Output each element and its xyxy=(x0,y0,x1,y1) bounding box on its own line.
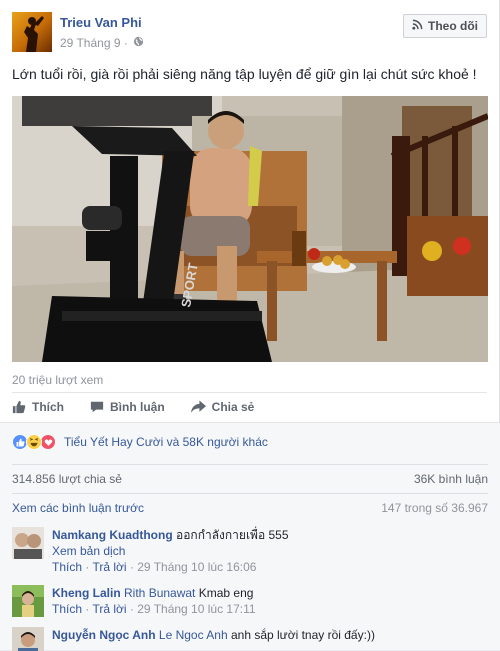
like-label: Thích xyxy=(32,399,64,414)
tagged-user[interactable]: Rith Bunawat xyxy=(124,586,195,600)
globe-icon xyxy=(133,36,144,50)
feedback-section: Tiểu Yết Hay Cười và 58K người khác 314.… xyxy=(0,422,500,651)
comments-position-count: 147 trong số 36.967 xyxy=(381,501,488,515)
comment-item: Nguyễn Ngọc Anh Le Ngoc Anh anh sắp lười… xyxy=(12,627,488,651)
post-caption: Lớn tuổi rồi, già rồi phải siêng năng tậ… xyxy=(12,66,477,82)
comment-time[interactable]: 29 Tháng 10 lúc 17:11 xyxy=(137,602,255,616)
comment-count[interactable]: 36K bình luận xyxy=(414,472,488,486)
commenter-name[interactable]: Kheng Lalin xyxy=(52,586,121,600)
view-previous-comments-link[interactable]: Xem các bình luận trước xyxy=(12,501,144,515)
reactions-text[interactable]: Tiểu Yết Hay Cười và 58K người khác xyxy=(64,435,268,449)
comment-time[interactable]: 29 Tháng 10 lúc 16:06 xyxy=(137,560,256,574)
author-name[interactable]: Trieu Van Phi xyxy=(60,15,142,30)
haha-icon xyxy=(26,434,42,450)
post-date[interactable]: 29 Tháng 9 · xyxy=(60,36,128,50)
comment-item: Namkang Kuadthong ออกกำลังกายเพื่อ 555 X… xyxy=(12,527,488,575)
commenter-name[interactable]: Nguyễn Ngọc Anh xyxy=(52,628,156,642)
commenter-avatar[interactable] xyxy=(12,585,44,617)
comment-reply-link[interactable]: Trả lời xyxy=(92,560,126,574)
comment-meta: Thích · Trả lời · 29 Tháng 10 lúc 16:06 xyxy=(52,560,257,574)
post-header: Trieu Van Phi 29 Tháng 9 · Theo dõi xyxy=(12,12,487,56)
love-icon xyxy=(40,434,56,450)
thumbs-up-icon xyxy=(12,400,26,414)
comment-label: Bình luận xyxy=(110,399,165,414)
share-label: Chia sẻ xyxy=(211,399,255,414)
action-bar: Thích Bình luận Chia sẻ xyxy=(12,392,487,420)
follow-label: Theo dõi xyxy=(428,19,478,33)
comment-item: Kheng Lalin Rith Bunawat Kmab eng Thích … xyxy=(12,585,488,621)
follow-button[interactable]: Theo dõi xyxy=(403,14,487,38)
comment-meta: Thích · Trả lời · 29 Tháng 10 lúc 17:11 xyxy=(52,602,256,616)
comment-text: Kmab eng xyxy=(198,586,254,600)
commenter-avatar[interactable] xyxy=(12,527,44,559)
comment-reply-link[interactable]: Trả lời xyxy=(92,602,126,616)
view-count: 20 triệu lượt xem xyxy=(12,373,104,387)
comment-button[interactable]: Bình luận xyxy=(90,400,165,414)
previous-comments-row: Xem các bình luận trước 147 trong số 36.… xyxy=(12,501,488,515)
share-button[interactable]: Chia sẻ xyxy=(190,399,255,414)
tagged-user[interactable]: Le Ngoc Anh xyxy=(159,628,228,642)
author-avatar[interactable] xyxy=(12,12,52,52)
comment-like-link[interactable]: Thích xyxy=(52,602,82,616)
rss-icon xyxy=(412,19,423,33)
reactions-summary[interactable]: Tiểu Yết Hay Cười và 58K người khác xyxy=(12,431,268,453)
share-count[interactable]: 314.856 lượt chia sẻ xyxy=(12,472,122,486)
commenter-name[interactable]: Namkang Kuadthong xyxy=(52,528,173,542)
video-player[interactable]: SPORT xyxy=(12,96,488,362)
share-arrow-icon xyxy=(190,399,206,414)
counts-row: 314.856 lượt chia sẻ 36K bình luận xyxy=(12,464,488,494)
post-meta: 29 Tháng 9 · xyxy=(60,36,144,50)
commenter-avatar[interactable] xyxy=(12,627,44,651)
comment-like-link[interactable]: Thích xyxy=(52,560,82,574)
comment-text: ออกกำลังกายเพื่อ 555 xyxy=(176,528,289,542)
post-card: Trieu Van Phi 29 Tháng 9 · Theo dõi Lớn … xyxy=(0,0,500,651)
comment-text: anh sắp lười tnay rồi đấy:)) xyxy=(230,628,375,642)
comment-icon xyxy=(90,400,104,414)
translate-link[interactable]: Xem bản dịch xyxy=(52,543,488,559)
like-button[interactable]: Thích xyxy=(12,400,64,414)
